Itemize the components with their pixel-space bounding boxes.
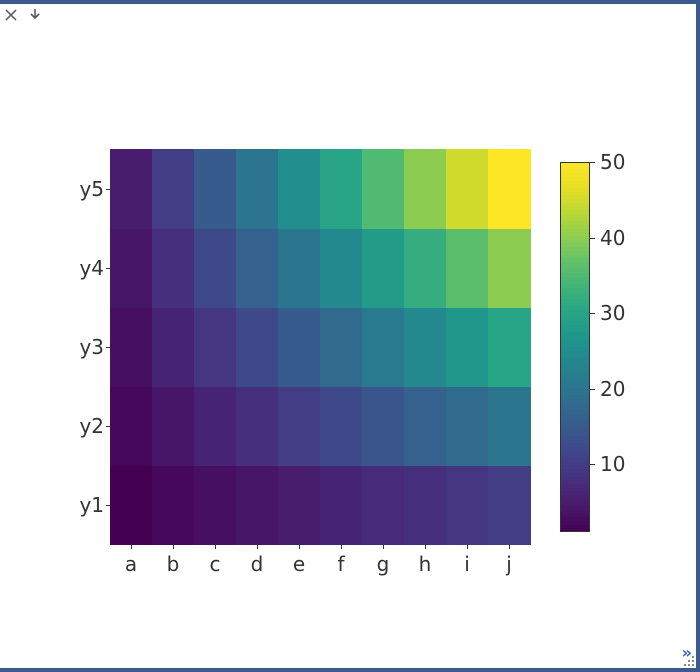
heatmap-cell (278, 228, 321, 308)
colorbar-tick-label: 20 (600, 377, 625, 401)
heatmap-cell (446, 386, 489, 466)
x-tick-label: f (337, 552, 344, 576)
heatmap-plot (110, 149, 530, 544)
heatmap-cell (362, 307, 405, 387)
colorbar-tick-label: 50 (600, 150, 625, 174)
heatmap-cell (446, 307, 489, 387)
heatmap-cell (278, 307, 321, 387)
heatmap-cell (236, 228, 279, 308)
heatmap-cell (110, 307, 153, 387)
heatmap-cell (236, 149, 279, 229)
colorbar-tick-label: 30 (600, 301, 625, 325)
heatmap-cell (320, 386, 363, 466)
heatmap-cell (362, 465, 405, 545)
heatmap-cell (152, 149, 195, 229)
heatmap-cell (446, 228, 489, 308)
heatmap-cell (488, 386, 531, 466)
heatmap-cell (152, 228, 195, 308)
heatmap-cell (194, 307, 237, 387)
heatmap-cell (446, 149, 489, 229)
x-tick-label: c (210, 552, 221, 576)
heatmap-cell (110, 228, 153, 308)
heatmap-cell (110, 386, 153, 466)
y-tick-label: y3 (58, 335, 104, 359)
x-tick-label: h (419, 552, 432, 576)
x-tick-label: b (167, 552, 180, 576)
y-tick-label: y4 (58, 256, 104, 280)
heatmap-cell (110, 465, 153, 545)
heatmap-cell (488, 465, 531, 545)
heatmap-cell (362, 386, 405, 466)
heatmap-cell (404, 465, 447, 545)
x-tick-label: j (506, 552, 512, 576)
heatmap-cell (278, 149, 321, 229)
heatmap-cell (110, 149, 153, 229)
heatmap-cell (404, 149, 447, 229)
heatmap-cell (320, 465, 363, 545)
heatmap-cell (404, 228, 447, 308)
heatmap-cell (236, 465, 279, 545)
heatmap-cell (488, 149, 531, 229)
heatmap-cell (152, 386, 195, 466)
heatmap-cell (404, 386, 447, 466)
heatmap-cell (278, 465, 321, 545)
heatmap-cell (152, 465, 195, 545)
heatmap-cell (236, 307, 279, 387)
y-tick-label: y2 (58, 414, 104, 438)
toolbar (4, 6, 42, 28)
heatmap-cell (152, 307, 195, 387)
colorbar-tick-label: 10 (600, 452, 625, 476)
heatmap-cell (194, 465, 237, 545)
x-tick-label: d (251, 552, 264, 576)
heatmap-cell (404, 307, 447, 387)
heatmap-cell (446, 465, 489, 545)
y-tick-label: y5 (58, 177, 104, 201)
heatmap-cell (362, 149, 405, 229)
heatmap-cell (236, 386, 279, 466)
colorbar-tick-label: 40 (600, 226, 625, 250)
heatmap-cell (194, 228, 237, 308)
download-icon[interactable] (28, 8, 42, 26)
x-tick-label: i (464, 552, 470, 576)
heatmap-cell (320, 307, 363, 387)
resize-handle[interactable] (682, 654, 694, 666)
y-tick-label: y1 (58, 493, 104, 517)
heatmap-cell (488, 307, 531, 387)
x-tick-label: g (377, 552, 390, 576)
colorbar: 1020304050 (560, 162, 590, 532)
close-icon[interactable] (4, 8, 18, 26)
heatmap-cell (320, 228, 363, 308)
app-frame: 1020304050 » y1y2y3y4y5abcdefghij (0, 0, 700, 672)
heatmap-cell (278, 386, 321, 466)
heatmap-cell (194, 149, 237, 229)
heatmap-cell (362, 228, 405, 308)
heatmap-cell (194, 386, 237, 466)
x-tick-label: e (293, 552, 305, 576)
heatmap-cell (488, 228, 531, 308)
x-tick-label: a (125, 552, 137, 576)
heatmap-cell (320, 149, 363, 229)
